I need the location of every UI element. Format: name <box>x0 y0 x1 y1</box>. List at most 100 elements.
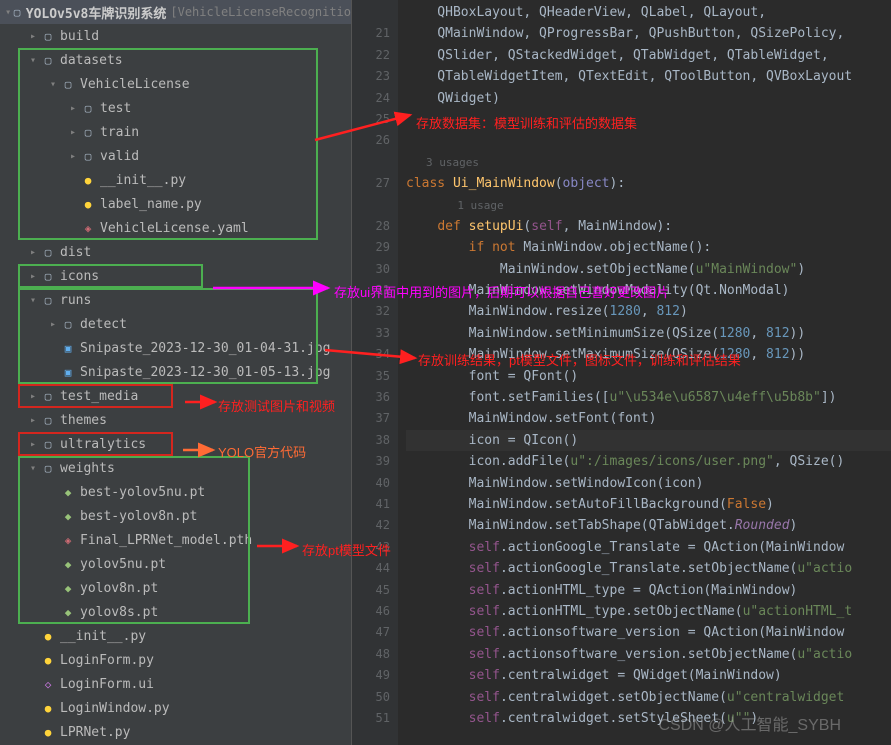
tree-item[interactable]: ▾▢datasets <box>0 48 351 72</box>
tree-item[interactable]: ▸▢detect <box>0 312 351 336</box>
tree-item[interactable]: ▾▢weights <box>0 456 351 480</box>
tree-item-label: Final_LPRNet_model.pth <box>80 533 252 548</box>
code-line[interactable]: MainWindow.setMaximumSize(QSize(1280, 81… <box>406 344 891 365</box>
code-line[interactable]: self.centralwidget.setStyleSheet(u"") <box>406 708 891 729</box>
code-line[interactable]: 3 usages <box>406 152 891 173</box>
tree-item[interactable]: ▸▢themes <box>0 408 351 432</box>
code-line[interactable]: icon = QIcon() <box>406 430 891 451</box>
folder-icon: ▢ <box>40 28 56 44</box>
project-root[interactable]: ▾ ▢ YOLOv5v8车牌识别系统 [VehicleLicenseRecogn… <box>0 0 351 24</box>
code-line[interactable]: self.centralwidget.setObjectName(u"centr… <box>406 687 891 708</box>
line-number: 38 <box>352 430 390 451</box>
tree-item[interactable]: ◈ Final_LPRNet_model.pth <box>0 528 351 552</box>
code-line[interactable]: QMainWindow, QProgressBar, QPushButton, … <box>406 23 891 44</box>
folder-icon: ▢ <box>60 316 76 332</box>
code-line[interactable]: icon.addFile(u":/images/icons/user.png",… <box>406 451 891 472</box>
tree-item[interactable]: ▾▢runs <box>0 288 351 312</box>
code-content[interactable]: QHBoxLayout, QHeaderView, QLabel, QLayou… <box>398 0 891 745</box>
code-line[interactable]: 1 usage <box>406 195 891 216</box>
tree-item[interactable]: ▸▢dist <box>0 240 351 264</box>
tree-item[interactable]: ▣Snipaste_2023-12-30_01-05-13.jpg <box>0 360 351 384</box>
tree-item[interactable]: ▾▢VehicleLicense <box>0 72 351 96</box>
code-line[interactable]: QWidget) <box>406 88 891 109</box>
code-line[interactable]: class Ui_MainWindow(object): <box>406 173 891 194</box>
code-line[interactable]: QSlider, QStackedWidget, QTabWidget, QTa… <box>406 45 891 66</box>
tree-item-label: LPRNet.py <box>60 725 130 740</box>
code-line[interactable]: self.actionGoogle_Translate.setObjectNam… <box>406 558 891 579</box>
line-number <box>352 152 390 173</box>
code-line[interactable]: QTableWidgetItem, QTextEdit, QToolButton… <box>406 66 891 87</box>
line-number: 49 <box>352 665 390 686</box>
tree-item[interactable]: ●LoginWindow.py <box>0 696 351 720</box>
code-line[interactable]: QHBoxLayout, QHeaderView, QLabel, QLayou… <box>406 2 891 23</box>
folder-icon: ▢ <box>80 148 96 164</box>
tree-item[interactable]: ●label_name.py <box>0 192 351 216</box>
pt-icon: ◆ <box>60 484 76 500</box>
chevron-icon: ▸ <box>66 127 80 138</box>
tree-item[interactable]: ▸▢test <box>0 96 351 120</box>
tree-item[interactable]: ▸▢ valid <box>0 144 351 168</box>
tree-item[interactable]: ▸▢ultralytics <box>0 432 351 456</box>
code-line[interactable] <box>406 130 891 151</box>
tree-item[interactable]: ◆yolov8s.pt <box>0 600 351 624</box>
code-line[interactable]: MainWindow.setWindowIcon(icon) <box>406 473 891 494</box>
yaml-icon: ◈ <box>60 532 76 548</box>
tree-item-label: yolov8s.pt <box>80 605 158 620</box>
tree-item[interactable]: ▸▢ train <box>0 120 351 144</box>
chevron-icon: ▸ <box>26 31 40 42</box>
py-icon: ● <box>40 700 56 716</box>
tree-item[interactable]: ◆best-yolov5nu.pt <box>0 480 351 504</box>
folder-icon: ▢ <box>80 100 96 116</box>
tree-item[interactable]: ● LPRNet.py <box>0 720 351 744</box>
tree-item[interactable]: ●LoginForm.py <box>0 648 351 672</box>
tree-item-label: themes <box>60 413 107 428</box>
project-tree-panel[interactable]: ▾ ▢ YOLOv5v8车牌识别系统 [VehicleLicenseRecogn… <box>0 0 352 745</box>
code-line[interactable]: font.setFamilies([u"\u534e\u6587\u4eff\u… <box>406 387 891 408</box>
tree-item[interactable]: ▸▢test_media <box>0 384 351 408</box>
tree-item[interactable]: ●__init__.py <box>0 168 351 192</box>
tree-item-label: valid <box>100 149 139 164</box>
line-number: 40 <box>352 473 390 494</box>
code-line[interactable]: self.actionHTML_type.setObjectName(u"act… <box>406 601 891 622</box>
folder-icon: ▢ <box>80 124 96 140</box>
code-line[interactable]: self.actionHTML_type = QAction(MainWindo… <box>406 580 891 601</box>
tree-item[interactable]: ◆yolov5nu.pt <box>0 552 351 576</box>
project-icon: ▢ <box>12 4 21 20</box>
code-line[interactable]: MainWindow.resize(1280, 812) <box>406 301 891 322</box>
code-line[interactable]: font = QFont() <box>406 366 891 387</box>
code-line[interactable] <box>406 109 891 130</box>
chevron-icon: ▸ <box>66 151 80 162</box>
tree-item-label: build <box>60 29 99 44</box>
chevron-icon: ▸ <box>26 271 40 282</box>
tree-item[interactable]: ▸▢ build <box>0 24 351 48</box>
code-line[interactable]: MainWindow.setTabShape(QTabWidget.Rounde… <box>406 515 891 536</box>
code-line[interactable]: self.actionsoftware_version.setObjectNam… <box>406 644 891 665</box>
tree-item[interactable]: ◆best-yolov8n.pt <box>0 504 351 528</box>
tree-item[interactable]: ◇LoginForm.ui <box>0 672 351 696</box>
chevron-icon: ▸ <box>26 415 40 426</box>
code-line[interactable]: MainWindow.setMinimumSize(QSize(1280, 81… <box>406 323 891 344</box>
code-line[interactable]: MainWindow.setAutoFillBackground(False) <box>406 494 891 515</box>
line-number: 41 <box>352 494 390 515</box>
code-line[interactable]: if not MainWindow.objectName(): <box>406 237 891 258</box>
py-icon: ● <box>40 724 56 740</box>
line-number: 37 <box>352 408 390 429</box>
py-icon: ● <box>80 172 96 188</box>
tree-item[interactable]: ▣Snipaste_2023-12-30_01-04-31.jpg <box>0 336 351 360</box>
line-number: 35 <box>352 366 390 387</box>
tree-item[interactable]: ▸▢icons <box>0 264 351 288</box>
code-editor[interactable]: 2122232425262728293031323334353637383940… <box>352 0 891 745</box>
code-line[interactable]: def setupUi(self, MainWindow): <box>406 216 891 237</box>
code-line[interactable]: self.actionsoftware_version = QAction(Ma… <box>406 622 891 643</box>
code-line[interactable]: MainWindow.setWindowModality(Qt.NonModal… <box>406 280 891 301</box>
code-line[interactable]: MainWindow.setFont(font) <box>406 408 891 429</box>
code-line[interactable]: self.actionGoogle_Translate = QAction(Ma… <box>406 537 891 558</box>
tree-item-label: train <box>100 125 139 140</box>
line-number: 33 <box>352 323 390 344</box>
folder-icon: ▢ <box>40 244 56 260</box>
tree-item[interactable]: ◈VehicleLicense.yaml <box>0 216 351 240</box>
tree-item[interactable]: ◆yolov8n.pt <box>0 576 351 600</box>
code-line[interactable]: MainWindow.setObjectName(u"MainWindow") <box>406 259 891 280</box>
tree-item[interactable]: ●__init__.py <box>0 624 351 648</box>
code-line[interactable]: self.centralwidget = QWidget(MainWindow) <box>406 665 891 686</box>
